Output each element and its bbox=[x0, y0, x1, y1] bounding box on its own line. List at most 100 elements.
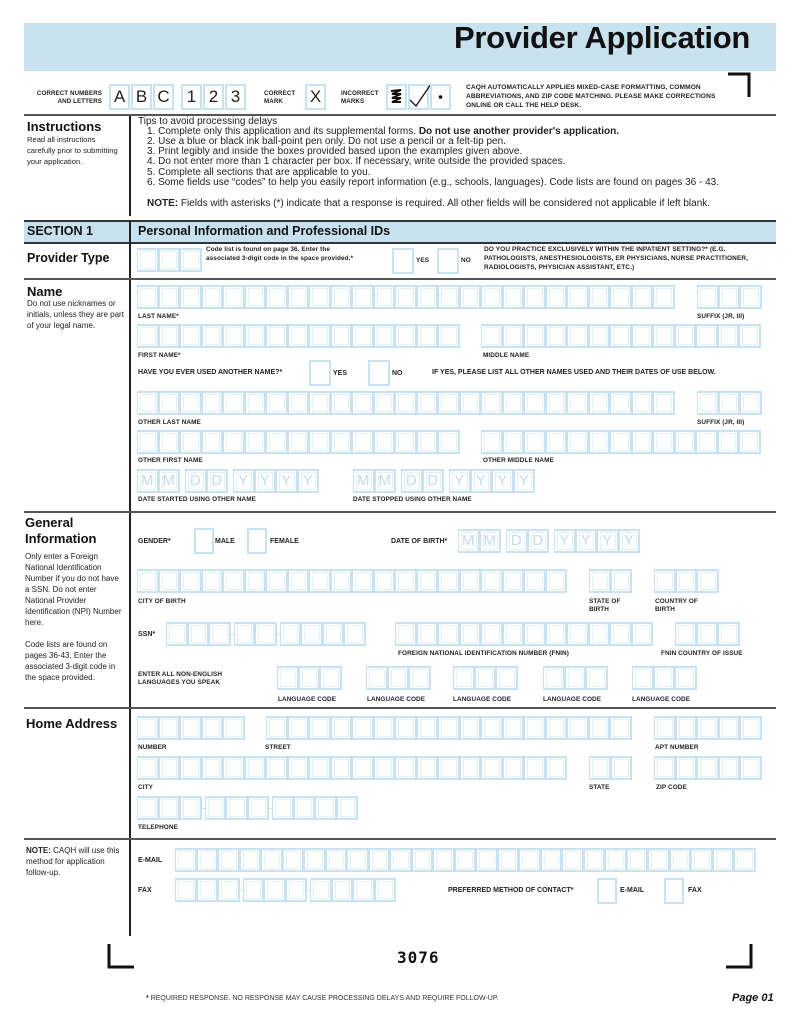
char-box[interactable] bbox=[718, 756, 740, 780]
char-box[interactable] bbox=[287, 716, 309, 740]
char-box[interactable] bbox=[631, 324, 653, 348]
char-box[interactable] bbox=[481, 430, 503, 454]
char-box[interactable] bbox=[567, 391, 589, 415]
char-box[interactable] bbox=[137, 391, 159, 415]
char-box[interactable] bbox=[201, 324, 223, 348]
char-box[interactable] bbox=[272, 796, 294, 820]
char-box[interactable] bbox=[330, 716, 352, 740]
char-box[interactable] bbox=[739, 324, 761, 348]
char-box[interactable] bbox=[416, 285, 438, 309]
date-char-box[interactable]: Y bbox=[276, 469, 298, 493]
date-char-box[interactable]: Y bbox=[492, 469, 514, 493]
char-box[interactable] bbox=[309, 756, 331, 780]
char-box[interactable] bbox=[223, 324, 245, 348]
char-box[interactable] bbox=[242, 878, 264, 902]
city-of-birth-input[interactable] bbox=[137, 569, 567, 593]
char-box[interactable] bbox=[481, 756, 503, 780]
char-box[interactable] bbox=[543, 666, 565, 690]
char-box[interactable] bbox=[567, 716, 589, 740]
char-box[interactable] bbox=[454, 848, 476, 872]
char-box[interactable] bbox=[374, 878, 396, 902]
char-box[interactable] bbox=[610, 324, 632, 348]
char-box[interactable] bbox=[244, 324, 266, 348]
char-box[interactable] bbox=[137, 756, 159, 780]
char-box[interactable] bbox=[285, 878, 307, 902]
gender-male-checkbox[interactable] bbox=[194, 528, 214, 554]
char-box[interactable] bbox=[524, 430, 546, 454]
char-box[interactable] bbox=[395, 622, 417, 646]
char-box[interactable] bbox=[411, 848, 433, 872]
char-box[interactable] bbox=[502, 716, 524, 740]
char-box[interactable] bbox=[395, 285, 417, 309]
char-box[interactable] bbox=[373, 324, 395, 348]
char-box[interactable] bbox=[675, 569, 697, 593]
date-char-box[interactable]: Y bbox=[597, 529, 619, 553]
char-box[interactable] bbox=[545, 285, 567, 309]
char-box[interactable] bbox=[223, 285, 245, 309]
char-box[interactable] bbox=[610, 756, 632, 780]
char-box[interactable] bbox=[158, 391, 180, 415]
first-name-input[interactable] bbox=[137, 324, 460, 348]
date-char-box[interactable]: D bbox=[401, 469, 423, 493]
date-char-box[interactable]: M bbox=[458, 529, 480, 553]
char-box[interactable] bbox=[218, 878, 240, 902]
char-box[interactable] bbox=[610, 569, 632, 593]
char-box[interactable] bbox=[158, 569, 180, 593]
char-box[interactable] bbox=[653, 285, 675, 309]
char-box[interactable] bbox=[255, 622, 277, 646]
other-suffix-input[interactable] bbox=[697, 391, 762, 415]
char-box[interactable] bbox=[669, 848, 691, 872]
date-stopped-input[interactable]: MMDDYYYY bbox=[353, 469, 535, 493]
char-box[interactable] bbox=[201, 569, 223, 593]
char-box[interactable] bbox=[352, 569, 374, 593]
char-box[interactable] bbox=[583, 848, 605, 872]
other-last-name-input[interactable] bbox=[137, 391, 675, 415]
char-box[interactable] bbox=[395, 569, 417, 593]
email-input[interactable] bbox=[175, 848, 756, 872]
char-box[interactable] bbox=[201, 756, 223, 780]
char-box[interactable] bbox=[691, 848, 713, 872]
char-box[interactable] bbox=[320, 666, 342, 690]
char-box[interactable] bbox=[502, 430, 524, 454]
date-char-box[interactable]: D bbox=[206, 469, 228, 493]
char-box[interactable] bbox=[502, 622, 524, 646]
char-box[interactable] bbox=[734, 848, 756, 872]
char-box[interactable] bbox=[524, 569, 546, 593]
inpatient-yes-checkbox[interactable] bbox=[392, 248, 414, 274]
char-box[interactable] bbox=[438, 716, 460, 740]
address-number-input[interactable] bbox=[137, 716, 245, 740]
char-box[interactable] bbox=[226, 796, 248, 820]
char-box[interactable] bbox=[395, 716, 417, 740]
char-box[interactable] bbox=[433, 848, 455, 872]
char-box[interactable] bbox=[209, 622, 231, 646]
char-box[interactable] bbox=[336, 796, 358, 820]
country-of-birth-input[interactable] bbox=[654, 569, 719, 593]
char-box[interactable] bbox=[524, 285, 546, 309]
char-box[interactable] bbox=[438, 430, 460, 454]
char-box[interactable] bbox=[239, 848, 261, 872]
char-box[interactable] bbox=[416, 716, 438, 740]
char-box[interactable] bbox=[287, 391, 309, 415]
char-box[interactable] bbox=[223, 430, 245, 454]
date-char-box[interactable]: M bbox=[479, 529, 501, 553]
city-input[interactable] bbox=[137, 756, 567, 780]
char-box[interactable] bbox=[589, 756, 611, 780]
date-char-box[interactable]: D bbox=[527, 529, 549, 553]
char-box[interactable] bbox=[201, 430, 223, 454]
char-box[interactable] bbox=[223, 391, 245, 415]
char-box[interactable] bbox=[524, 756, 546, 780]
char-box[interactable] bbox=[653, 430, 675, 454]
date-char-box[interactable]: Y bbox=[449, 469, 471, 493]
char-box[interactable] bbox=[697, 569, 719, 593]
char-box[interactable] bbox=[740, 285, 762, 309]
char-box[interactable] bbox=[180, 391, 202, 415]
char-box[interactable] bbox=[610, 622, 632, 646]
char-box[interactable] bbox=[315, 796, 337, 820]
char-box[interactable] bbox=[740, 756, 762, 780]
char-box[interactable] bbox=[387, 666, 409, 690]
char-box[interactable] bbox=[567, 430, 589, 454]
char-box[interactable] bbox=[502, 569, 524, 593]
char-box[interactable] bbox=[438, 569, 460, 593]
date-char-box[interactable]: M bbox=[353, 469, 375, 493]
char-box[interactable] bbox=[562, 848, 584, 872]
